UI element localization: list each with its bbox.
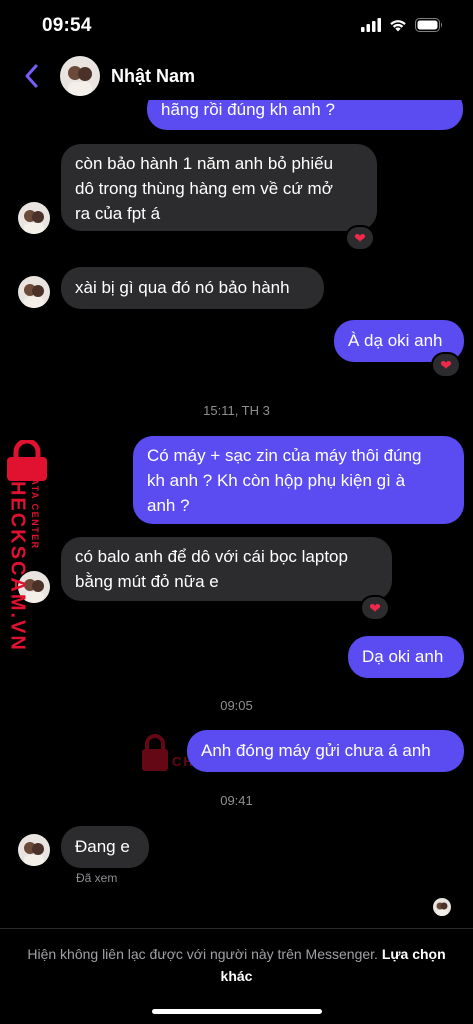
heart-reaction[interactable]: ❤ (431, 352, 461, 378)
heart-reaction[interactable]: ❤ (345, 225, 375, 251)
contact-avatar[interactable] (60, 56, 100, 96)
status-time: 09:54 (42, 15, 92, 36)
message-bubble-incoming[interactable]: còn bảo hành 1 năm anh bỏ phiếu dô trong… (61, 144, 377, 231)
sender-avatar[interactable] (18, 571, 50, 603)
seen-status: Đã xem (76, 871, 118, 885)
message-bubble-outgoing[interactable]: Có máy + sạc zin của máy thôi đúng kh an… (133, 436, 464, 524)
contact-name[interactable]: Nhật Nam (111, 66, 195, 87)
message-text: Có máy + sạc zin của máy thôi đúng (147, 446, 422, 465)
message-bubble-incoming[interactable]: có balo anh để dô với cái bọc laptop bằn… (61, 537, 392, 601)
sender-avatar[interactable] (18, 202, 50, 234)
message-text: có balo anh để dô với cái bọc laptop (75, 547, 348, 566)
message-bubble-incoming[interactable]: xài bị gì qua đó nó bảo hành (61, 267, 324, 309)
message-bubble-outgoing[interactable]: Dạ oki anh (348, 636, 464, 678)
timestamp: 15:11, TH 3 (203, 403, 270, 418)
messenger-unavailable-footer: Hiện không liên lạc được với người này t… (0, 928, 473, 1024)
home-indicator[interactable] (152, 1009, 322, 1014)
message-text: Dạ oki anh (362, 647, 444, 666)
cellular-signal-icon (361, 18, 381, 32)
message-text: hãng rồi đúng kh anh ? (161, 100, 335, 119)
message-text: còn bảo hành 1 năm anh bỏ phiếu (75, 154, 334, 173)
padlock-icon (7, 438, 47, 481)
watermark-side (4, 438, 50, 487)
message-text: anh ? (147, 496, 190, 515)
message-bubble-outgoing[interactable]: Anh đóng máy gửi chưa á anh (187, 730, 464, 772)
watermark-side-brand: CHECKSCAM.VN (6, 464, 29, 652)
message-bubble-incoming[interactable]: Đang e (61, 826, 149, 868)
message-text: bằng mút đỏ nữa e (75, 572, 219, 591)
watermark-logo (140, 734, 170, 777)
timestamp: 09:41 (220, 793, 253, 808)
message-text: Anh đóng máy gửi chưa á anh (201, 741, 431, 760)
heart-icon: ❤ (440, 357, 452, 373)
heart-icon: ❤ (354, 230, 366, 246)
sender-avatar[interactable] (18, 276, 50, 308)
back-arrow-icon[interactable] (20, 62, 44, 90)
message-text: Đang e (75, 837, 130, 856)
status-icons (361, 18, 443, 32)
battery-icon (415, 18, 442, 32)
message-text: dô trong thùng hàng em về cứ mở (75, 179, 333, 198)
message-text: kh anh ? Kh còn hộp phụ kiện gì à (147, 471, 406, 490)
heart-icon: ❤ (369, 600, 381, 616)
footer-notice-text: Hiện không liên lạc được với người này t… (27, 946, 378, 962)
watermark-side-tagline: DATA CENTER (30, 470, 40, 550)
sender-avatar[interactable] (18, 834, 50, 866)
wifi-icon (390, 20, 406, 32)
message-text: xài bị gì qua đó nó bảo hành (75, 278, 290, 297)
status-bar: 09:54 (0, 0, 473, 52)
chat-header: Nhật Nam (0, 52, 473, 100)
footer-notice: Hiện không liên lạc được với người này t… (20, 943, 453, 987)
seen-avatar (433, 898, 451, 916)
message-text: ra của fpt á (75, 204, 161, 223)
heart-reaction[interactable]: ❤ (360, 595, 390, 621)
padlock-icon (142, 734, 168, 771)
timestamp: 09:05 (220, 698, 253, 713)
message-text: À dạ oki anh (348, 331, 443, 350)
